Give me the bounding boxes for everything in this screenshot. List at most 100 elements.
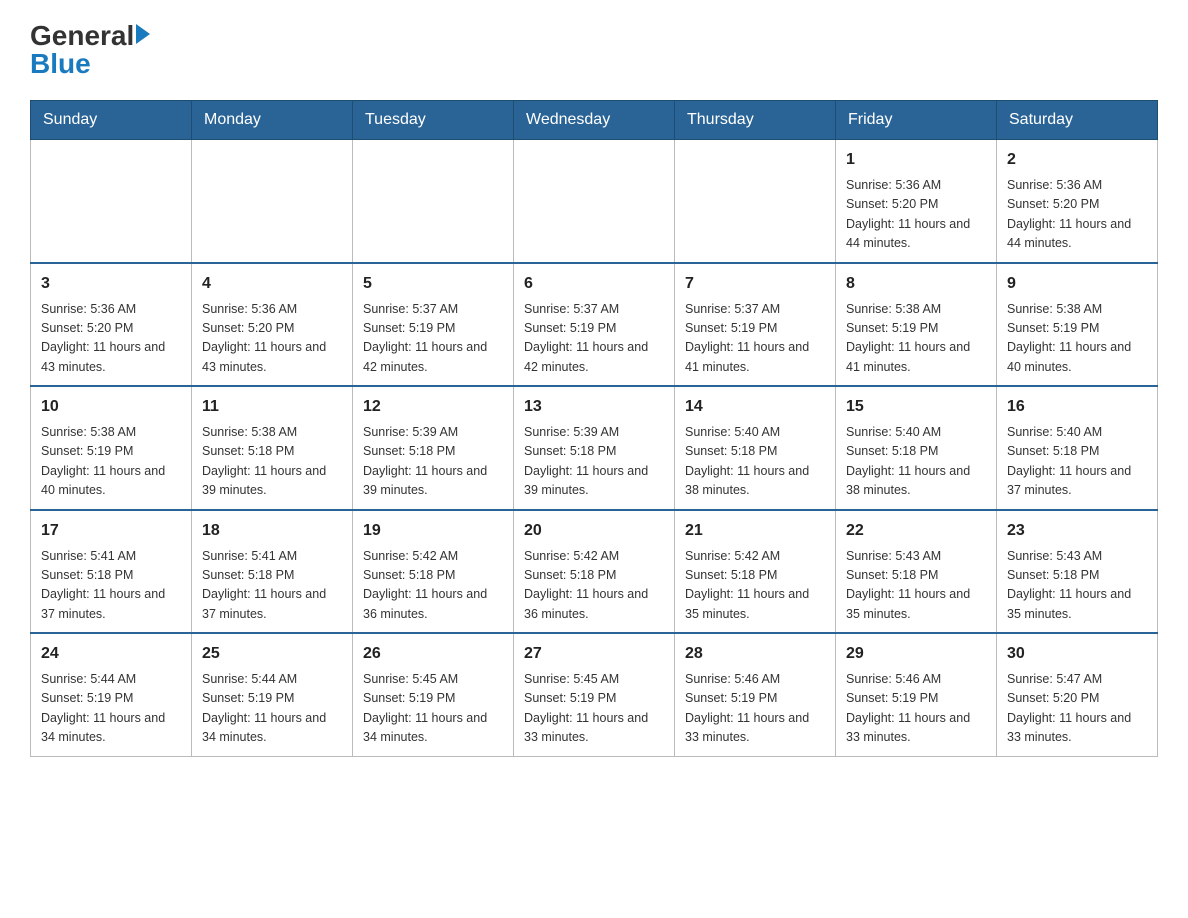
calendar-cell: 3 Sunrise: 5:36 AMSunset: 5:20 PMDaylight…	[31, 263, 192, 387]
column-header-tuesday: Tuesday	[353, 101, 514, 140]
column-header-friday: Friday	[836, 101, 997, 140]
day-info: Sunrise: 5:47 AMSunset: 5:20 PMDaylight:…	[1007, 670, 1147, 748]
day-info: Sunrise: 5:43 AMSunset: 5:18 PMDaylight:…	[846, 547, 986, 625]
calendar-cell: 2Sunrise: 5:36 AMSunset: 5:20 PMDaylight…	[997, 140, 1158, 263]
column-header-saturday: Saturday	[997, 101, 1158, 140]
column-header-sunday: Sunday	[31, 101, 192, 140]
day-number: 8	[846, 272, 986, 296]
day-info: Sunrise: 5:44 AMSunset: 5:19 PMDaylight:…	[202, 670, 342, 748]
calendar-cell: 29 Sunrise: 5:46 AMSunset: 5:19 PMDayligh…	[836, 633, 997, 756]
day-info: Sunrise: 5:43 AMSunset: 5:18 PMDaylight:…	[1007, 547, 1147, 625]
day-info: Sunrise: 5:38 AMSunset: 5:19 PMDaylight:…	[1007, 300, 1147, 378]
calendar-cell: 19 Sunrise: 5:42 AMSunset: 5:18 PMDayligh…	[353, 510, 514, 634]
column-header-wednesday: Wednesday	[514, 101, 675, 140]
calendar-cell: 5 Sunrise: 5:37 AMSunset: 5:19 PMDaylight…	[353, 263, 514, 387]
day-number: 5	[363, 272, 503, 296]
day-info: Sunrise: 5:42 AMSunset: 5:18 PMDaylight:…	[524, 547, 664, 625]
day-number: 3	[41, 272, 181, 296]
day-info: Sunrise: 5:38 AMSunset: 5:19 PMDaylight:…	[41, 423, 181, 501]
calendar-cell: 12Sunrise: 5:39 AMSunset: 5:18 PMDayligh…	[353, 386, 514, 510]
calendar-cell: 7 Sunrise: 5:37 AMSunset: 5:19 PMDaylight…	[675, 263, 836, 387]
calendar-cell: 28 Sunrise: 5:46 AMSunset: 5:19 PMDayligh…	[675, 633, 836, 756]
calendar-cell: 15 Sunrise: 5:40 AMSunset: 5:18 PMDayligh…	[836, 386, 997, 510]
calendar-cell: 25 Sunrise: 5:44 AMSunset: 5:19 PMDayligh…	[192, 633, 353, 756]
day-number: 22	[846, 519, 986, 543]
logo-arrow-icon	[136, 24, 150, 44]
calendar-week-row: 17 Sunrise: 5:41 AMSunset: 5:18 PMDayligh…	[31, 510, 1158, 634]
day-info: Sunrise: 5:46 AMSunset: 5:19 PMDaylight:…	[846, 670, 986, 748]
calendar-cell	[31, 140, 192, 263]
calendar-cell	[192, 140, 353, 263]
day-info: Sunrise: 5:36 AMSunset: 5:20 PMDaylight:…	[41, 300, 181, 378]
page-header: General Blue	[30, 20, 1158, 80]
calendar-cell: 26 Sunrise: 5:45 AMSunset: 5:19 PMDayligh…	[353, 633, 514, 756]
day-info: Sunrise: 5:41 AMSunset: 5:18 PMDaylight:…	[41, 547, 181, 625]
day-info: Sunrise: 5:36 AMSunset: 5:20 PMDaylight:…	[1007, 176, 1147, 254]
day-number: 24	[41, 642, 181, 666]
day-number: 23	[1007, 519, 1147, 543]
day-info: Sunrise: 5:39 AMSunset: 5:18 PMDaylight:…	[524, 423, 664, 501]
calendar-cell: 20Sunrise: 5:42 AMSunset: 5:18 PMDayligh…	[514, 510, 675, 634]
day-info: Sunrise: 5:42 AMSunset: 5:18 PMDaylight:…	[685, 547, 825, 625]
calendar-cell: 16 Sunrise: 5:40 AMSunset: 5:18 PMDayligh…	[997, 386, 1158, 510]
day-info: Sunrise: 5:36 AMSunset: 5:20 PMDaylight:…	[846, 176, 986, 254]
calendar-week-row: 24 Sunrise: 5:44 AMSunset: 5:19 PMDayligh…	[31, 633, 1158, 756]
column-header-thursday: Thursday	[675, 101, 836, 140]
day-number: 29	[846, 642, 986, 666]
calendar-cell: 11 Sunrise: 5:38 AMSunset: 5:18 PMDayligh…	[192, 386, 353, 510]
calendar-cell: 6Sunrise: 5:37 AMSunset: 5:19 PMDaylight…	[514, 263, 675, 387]
day-number: 10	[41, 395, 181, 419]
day-number: 17	[41, 519, 181, 543]
day-number: 16	[1007, 395, 1147, 419]
day-number: 9	[1007, 272, 1147, 296]
day-number: 14	[685, 395, 825, 419]
calendar-cell: 17 Sunrise: 5:41 AMSunset: 5:18 PMDayligh…	[31, 510, 192, 634]
day-number: 19	[363, 519, 503, 543]
day-info: Sunrise: 5:39 AMSunset: 5:18 PMDaylight:…	[363, 423, 503, 501]
day-number: 11	[202, 395, 342, 419]
day-number: 4	[202, 272, 342, 296]
day-info: Sunrise: 5:44 AMSunset: 5:19 PMDaylight:…	[41, 670, 181, 748]
calendar-cell: 23 Sunrise: 5:43 AMSunset: 5:18 PMDayligh…	[997, 510, 1158, 634]
calendar-cell: 30 Sunrise: 5:47 AMSunset: 5:20 PMDayligh…	[997, 633, 1158, 756]
day-info: Sunrise: 5:41 AMSunset: 5:18 PMDaylight:…	[202, 547, 342, 625]
day-number: 25	[202, 642, 342, 666]
day-number: 15	[846, 395, 986, 419]
calendar-cell: 27 Sunrise: 5:45 AMSunset: 5:19 PMDayligh…	[514, 633, 675, 756]
day-info: Sunrise: 5:38 AMSunset: 5:18 PMDaylight:…	[202, 423, 342, 501]
day-info: Sunrise: 5:38 AMSunset: 5:19 PMDaylight:…	[846, 300, 986, 378]
day-info: Sunrise: 5:36 AMSunset: 5:20 PMDaylight:…	[202, 300, 342, 378]
calendar-cell: 13 Sunrise: 5:39 AMSunset: 5:18 PMDayligh…	[514, 386, 675, 510]
day-number: 30	[1007, 642, 1147, 666]
day-info: Sunrise: 5:40 AMSunset: 5:18 PMDaylight:…	[846, 423, 986, 501]
calendar-week-row: 10 Sunrise: 5:38 AMSunset: 5:19 PMDayligh…	[31, 386, 1158, 510]
calendar-week-row: 1Sunrise: 5:36 AMSunset: 5:20 PMDaylight…	[31, 140, 1158, 263]
day-info: Sunrise: 5:40 AMSunset: 5:18 PMDaylight:…	[1007, 423, 1147, 501]
day-info: Sunrise: 5:37 AMSunset: 5:19 PMDaylight:…	[363, 300, 503, 378]
day-info: Sunrise: 5:37 AMSunset: 5:19 PMDaylight:…	[685, 300, 825, 378]
logo-blue-word: Blue	[30, 48, 91, 80]
calendar-cell: 10 Sunrise: 5:38 AMSunset: 5:19 PMDayligh…	[31, 386, 192, 510]
day-info: Sunrise: 5:42 AMSunset: 5:18 PMDaylight:…	[363, 547, 503, 625]
day-info: Sunrise: 5:46 AMSunset: 5:19 PMDaylight:…	[685, 670, 825, 748]
day-number: 27	[524, 642, 664, 666]
calendar-cell: 9 Sunrise: 5:38 AMSunset: 5:19 PMDaylight…	[997, 263, 1158, 387]
day-number: 18	[202, 519, 342, 543]
calendar-cell: 14Sunrise: 5:40 AMSunset: 5:18 PMDayligh…	[675, 386, 836, 510]
day-info: Sunrise: 5:45 AMSunset: 5:19 PMDaylight:…	[524, 670, 664, 748]
day-number: 21	[685, 519, 825, 543]
calendar-week-row: 3 Sunrise: 5:36 AMSunset: 5:20 PMDaylight…	[31, 263, 1158, 387]
day-number: 13	[524, 395, 664, 419]
calendar-cell	[514, 140, 675, 263]
day-number: 7	[685, 272, 825, 296]
logo-area: General Blue	[30, 20, 150, 80]
day-number: 26	[363, 642, 503, 666]
calendar-cell: 1Sunrise: 5:36 AMSunset: 5:20 PMDaylight…	[836, 140, 997, 263]
calendar-cell	[675, 140, 836, 263]
day-info: Sunrise: 5:45 AMSunset: 5:19 PMDaylight:…	[363, 670, 503, 748]
day-number: 28	[685, 642, 825, 666]
calendar-cell: 4 Sunrise: 5:36 AMSunset: 5:20 PMDaylight…	[192, 263, 353, 387]
column-header-monday: Monday	[192, 101, 353, 140]
calendar-table: SundayMondayTuesdayWednesdayThursdayFrid…	[30, 100, 1158, 757]
calendar-cell: 24 Sunrise: 5:44 AMSunset: 5:19 PMDayligh…	[31, 633, 192, 756]
